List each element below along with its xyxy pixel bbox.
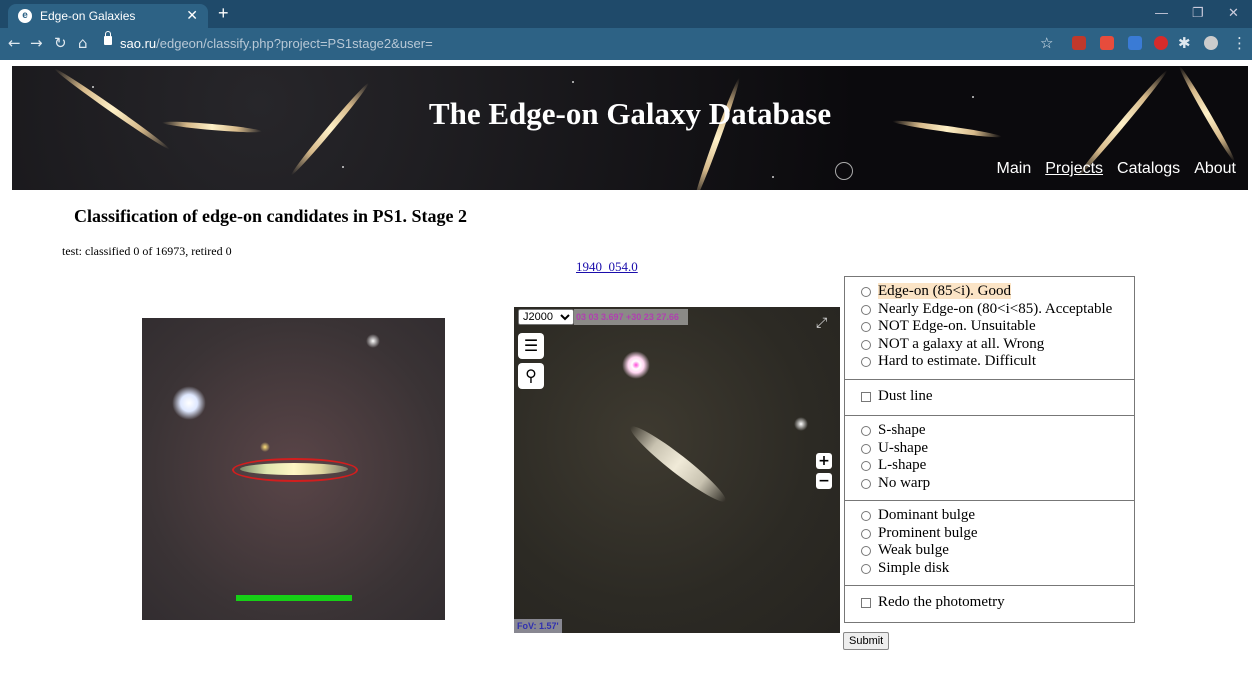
nav-main[interactable]: Main (997, 160, 1032, 177)
option-not-galaxy[interactable]: NOT a galaxy at all. Wrong (861, 336, 1134, 354)
star-blob (622, 351, 650, 379)
nav-projects[interactable]: Projects (1045, 160, 1103, 177)
back-icon[interactable]: ← (8, 34, 21, 52)
circle-icon (835, 162, 853, 180)
tab-title: Edge-on Galaxies (40, 9, 136, 23)
radio-button[interactable] (861, 528, 871, 539)
classification-status: test: classified 0 of 16973, retired 0 (62, 244, 232, 258)
main-nav: Main Projects Catalogs About (983, 160, 1236, 178)
photometry-ellipse (232, 458, 358, 482)
dust-group: Dust line (844, 379, 1135, 416)
home-icon[interactable]: ⌂ (78, 34, 88, 52)
star-decoration (342, 166, 344, 168)
fov-readout: FoV: 1.57' (514, 619, 562, 633)
maximize-icon[interactable]: ❐ (1192, 5, 1204, 21)
option-u-shape[interactable]: U-shape (861, 440, 1134, 458)
reload-icon[interactable]: ↻ (54, 34, 67, 52)
galaxy-thumbnail (142, 318, 445, 620)
radio-button[interactable] (861, 357, 871, 367)
option-s-shape[interactable]: S-shape (861, 422, 1134, 440)
extension-pocket-icon[interactable] (1072, 36, 1086, 50)
star-blob (366, 334, 380, 348)
bookmark-star-icon[interactable]: ☆ (1040, 34, 1053, 52)
star-blob (172, 386, 206, 420)
radio-button[interactable] (861, 443, 871, 454)
option-hard-to-estimate[interactable]: Hard to estimate. Difficult (861, 353, 1134, 371)
menu-kebab-icon[interactable]: ⋮ (1232, 34, 1247, 52)
radio-button[interactable] (861, 546, 871, 556)
site-banner: The Edge-on Galaxy Database Main Projects… (12, 66, 1248, 190)
zoom-out-button[interactable]: − (816, 473, 832, 489)
radio-button[interactable] (861, 322, 871, 332)
minimize-icon[interactable]: — (1155, 5, 1168, 20)
frame-select[interactable]: J2000 (518, 309, 574, 325)
sky-viewer[interactable]: J2000 03 03 3.697 +30 23 27.66 ☰ ⚲ ⤢ + −… (514, 307, 840, 633)
fullscreen-icon[interactable]: ⤢ (816, 315, 827, 331)
option-simple-disk[interactable]: Simple disk (861, 560, 1134, 578)
option-prominent-bulge[interactable]: Prominent bulge (861, 525, 1134, 543)
nav-about[interactable]: About (1194, 160, 1236, 177)
profile-avatar[interactable] (1204, 36, 1218, 50)
extension-bookmark-icon[interactable] (1100, 36, 1114, 50)
radio-button[interactable] (861, 511, 871, 521)
galaxy-decoration (691, 76, 743, 190)
close-tab-icon[interactable]: ✕ (186, 7, 198, 24)
option-nearly-edge-on[interactable]: Nearly Edge-on (80<i<85). Acceptable (861, 301, 1134, 319)
extensions-puzzle-icon[interactable]: ✱ (1178, 34, 1191, 52)
inclination-group: Edge-on (85<i). Good Nearly Edge-on (80<… (844, 276, 1135, 380)
lock-icon (104, 31, 112, 45)
star-decoration (92, 86, 94, 88)
option-dominant-bulge[interactable]: Dominant bulge (861, 507, 1134, 525)
option-not-edge-on[interactable]: NOT Edge-on. Unsuitable (861, 318, 1134, 336)
submit-button[interactable]: Submit (843, 632, 890, 650)
zoom-in-button[interactable]: + (816, 453, 832, 469)
checkbox[interactable] (861, 391, 871, 402)
site-title: The Edge-on Galaxy Database (428, 96, 832, 131)
option-weak-bulge[interactable]: Weak bulge (861, 542, 1134, 560)
layers-icon[interactable]: ☰ (518, 333, 544, 359)
address-bar: ← → ↻ ⌂ sao.ru/edgeon/classify.php?proje… (0, 28, 1252, 60)
browser-tab[interactable]: e Edge-on Galaxies ✕ (8, 4, 208, 28)
adblock-icon[interactable] (1154, 36, 1168, 50)
option-redo-photometry[interactable]: Redo the photometry (861, 594, 1134, 612)
radio-button[interactable] (861, 339, 871, 350)
object-id-link[interactable]: 1940_054.0 (576, 259, 638, 275)
bulge-group: Dominant bulge Prominent bulge Weak bulg… (844, 501, 1135, 586)
radio-button[interactable] (861, 478, 871, 489)
window-close-icon[interactable]: ✕ (1228, 5, 1239, 21)
scale-bar (236, 595, 352, 601)
galaxy-image (625, 419, 731, 509)
option-dust-line[interactable]: Dust line (861, 388, 1134, 406)
nav-catalogs[interactable]: Catalogs (1117, 160, 1180, 177)
option-no-warp[interactable]: No warp (861, 475, 1134, 493)
radio-button[interactable] (861, 304, 871, 315)
search-icon[interactable]: ⚲ (518, 363, 544, 389)
radio-button[interactable] (861, 287, 871, 297)
redo-group: Redo the photometry (844, 586, 1135, 623)
browser-tab-bar: e Edge-on Galaxies ✕ + — ❐ ✕ (0, 0, 1252, 28)
page-title: Classification of edge-on candidates in … (74, 206, 468, 226)
star-decoration (572, 81, 574, 83)
coordinates-readout: 03 03 3.697 +30 23 27.66 (574, 309, 688, 325)
star-blob (794, 417, 808, 431)
site-favicon-icon: e (18, 9, 32, 23)
checkbox[interactable] (861, 598, 871, 608)
option-l-shape[interactable]: L-shape (861, 457, 1134, 475)
forward-icon[interactable]: → (30, 34, 43, 52)
new-tab-icon[interactable]: + (218, 3, 229, 24)
option-edge-on[interactable]: Edge-on (85<i). Good (861, 283, 1134, 301)
radio-button[interactable] (861, 426, 871, 436)
warp-group: S-shape U-shape L-shape No warp (844, 416, 1135, 501)
radio-button[interactable] (861, 461, 871, 471)
star-blob (260, 442, 270, 452)
classification-form: Edge-on (85<i). Good Nearly Edge-on (80<… (844, 276, 1135, 623)
star-decoration (772, 176, 774, 178)
url-field[interactable]: sao.ru/edgeon/classify.php?project=PS1st… (120, 34, 433, 54)
extension-translate-icon[interactable] (1128, 36, 1142, 50)
radio-button[interactable] (861, 563, 871, 574)
